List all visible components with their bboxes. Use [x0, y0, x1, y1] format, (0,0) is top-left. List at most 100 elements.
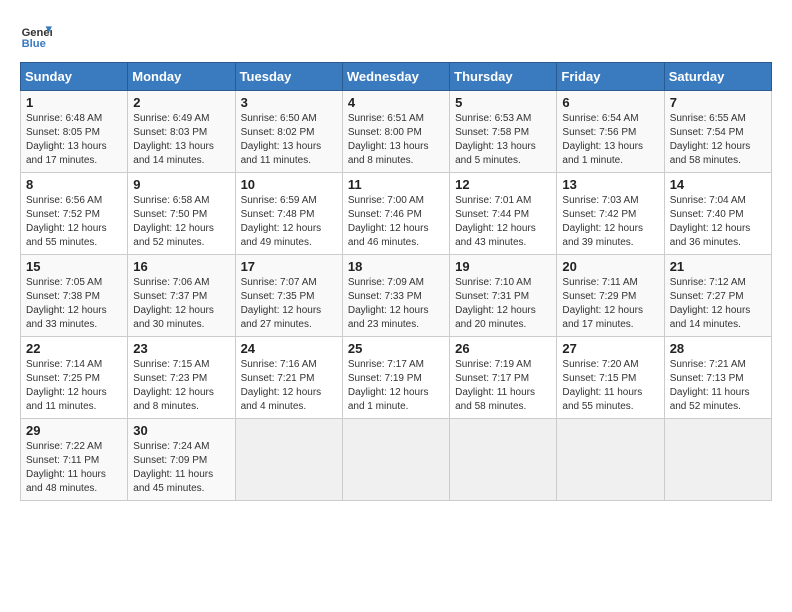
day-info: Sunrise: 7:15 AM Sunset: 7:23 PM Dayligh… — [133, 358, 229, 414]
calendar-cell: 20Sunrise: 7:11 AM Sunset: 7:29 PM Dayli… — [557, 255, 664, 337]
day-info: Sunrise: 7:14 AM Sunset: 7:25 PM Dayligh… — [26, 358, 122, 414]
calendar-week-5: 29 Sunrise: 7:22 AM Sunset: 7:11 PM Dayli… — [21, 419, 772, 501]
calendar-week-2: 8 Sunrise: 6:56 AM Sunset: 7:52 PM Daylig… — [21, 173, 772, 255]
day-number: 30 — [133, 423, 229, 438]
day-info: Sunrise: 7:07 AM Sunset: 7:35 PM Dayligh… — [241, 276, 337, 332]
day-number: 29 — [26, 423, 122, 438]
calendar-cell — [664, 419, 771, 501]
day-number: 5 — [455, 95, 551, 110]
day-info: Sunrise: 7:24 AM Sunset: 7:09 PM Dayligh… — [133, 440, 229, 496]
day-number: 10 — [241, 177, 337, 192]
weekday-header-monday: Monday — [128, 63, 235, 91]
calendar-cell: 1Sunrise: 6:48 AM Sunset: 8:05 PM Daylig… — [21, 91, 128, 173]
day-info: Sunrise: 6:59 AM Sunset: 7:48 PM Dayligh… — [241, 194, 337, 250]
day-number: 13 — [562, 177, 658, 192]
calendar-cell: 10 Sunrise: 6:59 AM Sunset: 7:48 PM Dayli… — [235, 173, 342, 255]
weekday-header-wednesday: Wednesday — [342, 63, 449, 91]
day-number: 6 — [562, 95, 658, 110]
calendar-cell: 29 Sunrise: 7:22 AM Sunset: 7:11 PM Dayli… — [21, 419, 128, 501]
calendar-cell: 6Sunrise: 6:54 AM Sunset: 7:56 PM Daylig… — [557, 91, 664, 173]
weekday-header-thursday: Thursday — [450, 63, 557, 91]
calendar-cell — [450, 419, 557, 501]
day-info: Sunrise: 7:09 AM Sunset: 7:33 PM Dayligh… — [348, 276, 444, 332]
day-number: 11 — [348, 177, 444, 192]
calendar-cell: 12 Sunrise: 7:01 AM Sunset: 7:44 PM Dayli… — [450, 173, 557, 255]
calendar-cell: 19Sunrise: 7:10 AM Sunset: 7:31 PM Dayli… — [450, 255, 557, 337]
calendar-cell: 18 Sunrise: 7:09 AM Sunset: 7:33 PM Dayli… — [342, 255, 449, 337]
calendar-cell: 30 Sunrise: 7:24 AM Sunset: 7:09 PM Dayli… — [128, 419, 235, 501]
weekday-header-friday: Friday — [557, 63, 664, 91]
day-info: Sunrise: 7:06 AM Sunset: 7:37 PM Dayligh… — [133, 276, 229, 332]
calendar-week-1: 1Sunrise: 6:48 AM Sunset: 8:05 PM Daylig… — [21, 91, 772, 173]
day-info: Sunrise: 7:16 AM Sunset: 7:21 PM Dayligh… — [241, 358, 337, 414]
weekday-header-saturday: Saturday — [664, 63, 771, 91]
calendar-cell — [235, 419, 342, 501]
day-info: Sunrise: 7:17 AM Sunset: 7:19 PM Dayligh… — [348, 358, 444, 414]
calendar-cell: 23 Sunrise: 7:15 AM Sunset: 7:23 PM Dayli… — [128, 337, 235, 419]
day-number: 26 — [455, 341, 551, 356]
weekday-header-row: SundayMondayTuesdayWednesdayThursdayFrid… — [21, 63, 772, 91]
day-number: 18 — [348, 259, 444, 274]
day-number: 14 — [670, 177, 766, 192]
day-info: Sunrise: 6:56 AM Sunset: 7:52 PM Dayligh… — [26, 194, 122, 250]
day-number: 27 — [562, 341, 658, 356]
day-info: Sunrise: 7:11 AM Sunset: 7:29 PM Dayligh… — [562, 276, 658, 332]
calendar-week-4: 22 Sunrise: 7:14 AM Sunset: 7:25 PM Dayli… — [21, 337, 772, 419]
calendar-cell: 14 Sunrise: 7:04 AM Sunset: 7:40 PM Dayli… — [664, 173, 771, 255]
day-info: Sunrise: 7:21 AM Sunset: 7:13 PM Dayligh… — [670, 358, 766, 414]
day-info: Sunrise: 6:50 AM Sunset: 8:02 PM Dayligh… — [241, 112, 337, 168]
day-info: Sunrise: 7:00 AM Sunset: 7:46 PM Dayligh… — [348, 194, 444, 250]
day-number: 19 — [455, 259, 551, 274]
day-info: Sunrise: 6:55 AM Sunset: 7:54 PM Dayligh… — [670, 112, 766, 168]
day-number: 17 — [241, 259, 337, 274]
calendar-cell: 13 Sunrise: 7:03 AM Sunset: 7:42 PM Dayli… — [557, 173, 664, 255]
calendar-cell: 17 Sunrise: 7:07 AM Sunset: 7:35 PM Dayli… — [235, 255, 342, 337]
svg-text:Blue: Blue — [22, 38, 46, 50]
day-number: 23 — [133, 341, 229, 356]
day-number: 22 — [26, 341, 122, 356]
calendar-cell: 28 Sunrise: 7:21 AM Sunset: 7:13 PM Dayli… — [664, 337, 771, 419]
calendar-cell: 4 Sunrise: 6:51 AM Sunset: 8:00 PM Daylig… — [342, 91, 449, 173]
day-number: 2 — [133, 95, 229, 110]
day-number: 8 — [26, 177, 122, 192]
day-info: Sunrise: 7:04 AM Sunset: 7:40 PM Dayligh… — [670, 194, 766, 250]
day-info: Sunrise: 7:03 AM Sunset: 7:42 PM Dayligh… — [562, 194, 658, 250]
calendar-table: SundayMondayTuesdayWednesdayThursdayFrid… — [20, 62, 772, 501]
day-number: 9 — [133, 177, 229, 192]
calendar-cell: 24Sunrise: 7:16 AM Sunset: 7:21 PM Dayli… — [235, 337, 342, 419]
calendar-cell: 26 Sunrise: 7:19 AM Sunset: 7:17 PM Dayli… — [450, 337, 557, 419]
calendar-cell: 3 Sunrise: 6:50 AM Sunset: 8:02 PM Daylig… — [235, 91, 342, 173]
day-info: Sunrise: 7:01 AM Sunset: 7:44 PM Dayligh… — [455, 194, 551, 250]
day-info: Sunrise: 7:20 AM Sunset: 7:15 PM Dayligh… — [562, 358, 658, 414]
day-number: 12 — [455, 177, 551, 192]
calendar-cell: 2 Sunrise: 6:49 AM Sunset: 8:03 PM Daylig… — [128, 91, 235, 173]
day-number: 4 — [348, 95, 444, 110]
calendar-cell: 25 Sunrise: 7:17 AM Sunset: 7:19 PM Dayli… — [342, 337, 449, 419]
day-number: 3 — [241, 95, 337, 110]
day-number: 25 — [348, 341, 444, 356]
weekday-header-tuesday: Tuesday — [235, 63, 342, 91]
calendar-cell: 9 Sunrise: 6:58 AM Sunset: 7:50 PM Daylig… — [128, 173, 235, 255]
calendar-cell: 22 Sunrise: 7:14 AM Sunset: 7:25 PM Dayli… — [21, 337, 128, 419]
day-info: Sunrise: 7:12 AM Sunset: 7:27 PM Dayligh… — [670, 276, 766, 332]
day-info: Sunrise: 6:49 AM Sunset: 8:03 PM Dayligh… — [133, 112, 229, 168]
day-info: Sunrise: 6:58 AM Sunset: 7:50 PM Dayligh… — [133, 194, 229, 250]
calendar-cell — [557, 419, 664, 501]
day-info: Sunrise: 7:19 AM Sunset: 7:17 PM Dayligh… — [455, 358, 551, 414]
day-number: 16 — [133, 259, 229, 274]
day-info: Sunrise: 6:48 AM Sunset: 8:05 PM Dayligh… — [26, 112, 122, 168]
calendar-cell — [342, 419, 449, 501]
calendar-cell: 21 Sunrise: 7:12 AM Sunset: 7:27 PM Dayli… — [664, 255, 771, 337]
day-info: Sunrise: 7:22 AM Sunset: 7:11 PM Dayligh… — [26, 440, 122, 496]
day-info: Sunrise: 6:51 AM Sunset: 8:00 PM Dayligh… — [348, 112, 444, 168]
header: General Blue — [20, 20, 772, 52]
calendar-cell: 8 Sunrise: 6:56 AM Sunset: 7:52 PM Daylig… — [21, 173, 128, 255]
calendar-week-3: 15Sunrise: 7:05 AM Sunset: 7:38 PM Dayli… — [21, 255, 772, 337]
calendar-cell: 27 Sunrise: 7:20 AM Sunset: 7:15 PM Dayli… — [557, 337, 664, 419]
day-number: 21 — [670, 259, 766, 274]
calendar-cell: 7Sunrise: 6:55 AM Sunset: 7:54 PM Daylig… — [664, 91, 771, 173]
day-info: Sunrise: 6:53 AM Sunset: 7:58 PM Dayligh… — [455, 112, 551, 168]
logo-icon: General Blue — [20, 20, 52, 52]
calendar-cell: 16 Sunrise: 7:06 AM Sunset: 7:37 PM Dayli… — [128, 255, 235, 337]
day-number: 28 — [670, 341, 766, 356]
